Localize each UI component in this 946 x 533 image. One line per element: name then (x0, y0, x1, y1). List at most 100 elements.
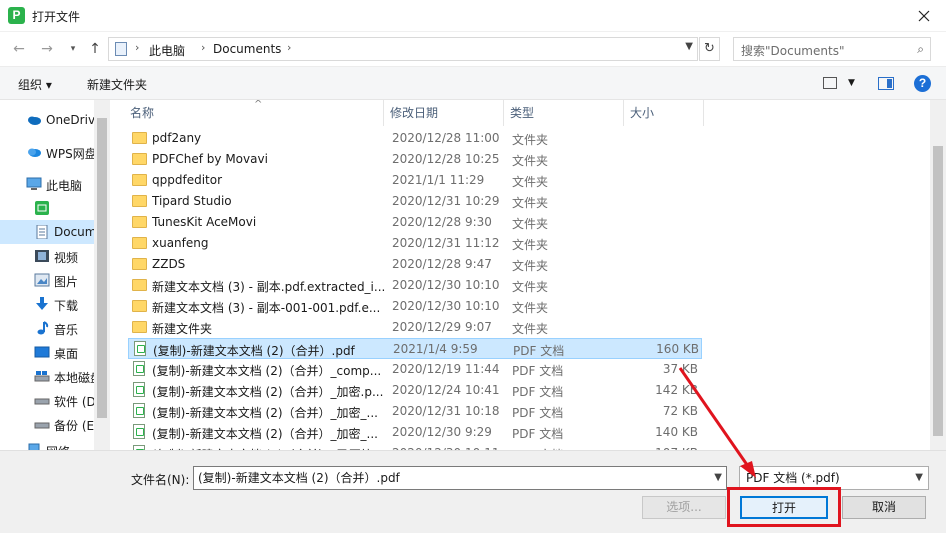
column-header-date[interactable]: 修改日期 (384, 100, 504, 126)
column-header-size[interactable]: 大小 (624, 100, 704, 126)
forward-arrow-icon[interactable]: → (36, 38, 58, 60)
chevron-down-icon[interactable]: ▼ (915, 467, 923, 489)
file-type: PDF 文档 (512, 427, 564, 441)
breadcrumb-this-pc[interactable]: 此电脑 (149, 42, 185, 59)
recent-dropdown-icon[interactable]: ▾ (62, 38, 84, 60)
chevron-down-icon[interactable]: ▼ (685, 41, 693, 52)
folder-icon (132, 279, 147, 291)
folder-icon (132, 153, 147, 165)
file-name: (复制)-新建文本文档 (2)（合并）_comp... (152, 364, 382, 378)
sidebar-item-music[interactable]: 音乐 (0, 316, 94, 340)
pdf-file-icon (134, 341, 146, 356)
table-row[interactable]: (复制)-新建文本文档 (2)（合并）_加密.p... 2020/12/24 10… (128, 380, 702, 401)
file-date: 2020/12/30 10:10 (392, 278, 500, 292)
file-name: pdf2any (152, 131, 202, 145)
sidebar-item-pictures[interactable]: 图片 (0, 268, 94, 292)
file-type: PDF 文档 (512, 406, 564, 420)
table-row[interactable]: 新建文件夹 2020/12/29 9:07 文件夹 (128, 317, 702, 338)
search-input[interactable]: 搜索"Documents" ⌕ (733, 37, 931, 61)
back-arrow-icon[interactable]: ← (8, 38, 30, 60)
sidebar-scroll-thumb[interactable] (97, 118, 107, 418)
sidebar-item-label: OneDrive (46, 113, 94, 127)
navigation-row: ← → ▾ ↑ › 此电脑 › Documents › ▼ ↻ 搜索"Docum… (0, 32, 946, 66)
navigation-pane: OneDrive WPS网盘 此电脑 Documents 视频 图片 下载 音乐… (0, 100, 110, 450)
filename-input[interactable]: (复制)-新建文本文档 (2)（合并）.pdf ▼ (193, 466, 727, 490)
toolbar: 组织 ▾ 新建文件夹 ▼ ? (0, 66, 946, 100)
folder-icon (132, 195, 147, 207)
table-row[interactable]: Tipard Studio 2020/12/31 10:29 文件夹 (128, 191, 702, 212)
file-name: TunesKit AceMovi (152, 215, 257, 229)
file-name: 新建文件夹 (152, 322, 213, 336)
sidebar-scrollbar[interactable] (94, 100, 110, 450)
table-row[interactable]: (复制)-新建文本文档 (2)（合并）_已压缩...2020/12/30 10:… (128, 443, 702, 450)
preview-pane-icon[interactable] (878, 77, 894, 90)
sidebar-item-label: 本地磁盘 (54, 371, 94, 385)
table-row[interactable]: ZZDS 2020/12/28 9:47 文件夹 (128, 254, 702, 275)
options-button[interactable]: 选项... (642, 496, 726, 519)
sidebar-item-onedrive[interactable]: OneDrive (0, 108, 94, 132)
sidebar-item-local-disk[interactable]: 本地磁盘 (0, 364, 94, 388)
file-date: 2021/1/1 11:29 (392, 173, 485, 187)
view-mode-icon[interactable] (823, 77, 837, 89)
table-row[interactable]: xuanfeng 2020/12/31 11:12 文件夹 (128, 233, 702, 254)
table-row[interactable]: PDFChef by Movavi 2020/12/28 10:25 文件夹 (128, 149, 702, 170)
highlight-box (727, 487, 841, 527)
sidebar-item-label: 音乐 (54, 323, 79, 337)
sidebar-item-documents[interactable]: Documents (0, 220, 94, 244)
search-placeholder: 搜索"Documents" (741, 44, 845, 58)
sidebar-item-label: Documents (54, 225, 94, 239)
file-list-scrollbar[interactable] (930, 100, 946, 450)
music-icon (37, 321, 49, 335)
sidebar-item-drive-e[interactable]: 备份 (E (0, 412, 94, 436)
table-row[interactable]: qppdfeditor 2021/1/1 11:29 文件夹 (128, 170, 702, 191)
table-row[interactable]: (复制)-新建文本文档 (2)（合并）_comp... 2020/12/19 11… (128, 359, 702, 380)
table-row[interactable]: pdf2any 2020/12/28 11:00 文件夹 (128, 128, 702, 149)
breadcrumb-documents[interactable]: Documents (213, 42, 281, 56)
file-list-scroll-thumb[interactable] (933, 146, 943, 436)
file-date: 2020/12/31 10:29 (392, 194, 500, 208)
sidebar-item-downloads[interactable]: 下载 (0, 292, 94, 316)
table-row[interactable]: (复制)-新建文本文档 (2)（合并）_加密_... 2020/12/30 9:2… (128, 422, 702, 443)
chevron-right-icon[interactable]: › (135, 41, 139, 54)
new-folder-button[interactable]: 新建文件夹 (87, 76, 147, 93)
chevron-down-icon[interactable]: ▼ (848, 78, 855, 88)
sidebar-item-this-pc[interactable]: 此电脑 (0, 172, 94, 196)
column-header-name[interactable]: 名称 ^ (124, 100, 384, 126)
sidebar-item-wps-cloud[interactable]: WPS网盘 (0, 140, 94, 164)
file-list: 名称 ^ 修改日期 类型 大小 pdf2any 2020/12/28 11:00 文… (112, 100, 930, 450)
organize-button[interactable]: 组织 ▾ (18, 76, 52, 93)
title-bar: P 打开文件 (0, 0, 946, 32)
cancel-button[interactable]: 取消 (842, 496, 926, 519)
table-row[interactable]: (复制)-新建文本文档 (2)（合并）_加密_... 2020/12/31 10:… (128, 401, 702, 422)
column-header-type[interactable]: 类型 (504, 100, 624, 126)
table-row[interactable]: 新建文本文档 (3) - 副本-001-001.pdf.e... 2020/12/… (128, 296, 702, 317)
table-row[interactable]: (复制)-新建文本文档 (2)（合并）.pdf 2021/1/4 9:59 PDF … (128, 338, 702, 359)
file-name: (复制)-新建文本文档 (2)（合并）.pdf (153, 344, 355, 358)
sidebar-item-app[interactable] (0, 196, 94, 220)
sidebar-item-videos[interactable]: 视频 (0, 244, 94, 268)
sidebar-item-label: 软件 (D (54, 395, 94, 409)
file-type: 文件夹 (512, 133, 549, 147)
address-bar[interactable]: › 此电脑 › Documents › ▼ (108, 37, 698, 61)
up-arrow-icon[interactable]: ↑ (84, 38, 106, 60)
file-type: 文件夹 (512, 259, 549, 273)
sidebar-item-network[interactable]: 网络 (0, 438, 94, 450)
chevron-right-icon[interactable]: › (201, 41, 205, 54)
computer-icon (26, 177, 42, 190)
table-row[interactable]: TunesKit AceMovi 2020/12/28 9:30 文件夹 (128, 212, 702, 233)
file-name: 新建文本文档 (3) - 副本-001-001.pdf.e... (152, 301, 381, 315)
desktop-icon (34, 346, 50, 358)
help-icon[interactable]: ? (914, 75, 931, 92)
sidebar-item-label: 网络 (46, 443, 70, 450)
pdf-file-icon (133, 382, 145, 397)
sidebar-item-drive-d[interactable]: 软件 (D (0, 388, 94, 412)
table-row[interactable]: 新建文本文档 (3) - 副本.pdf.extracted_i... 2020/1… (128, 275, 702, 296)
chevron-down-icon[interactable]: ▼ (714, 467, 722, 489)
network-icon (28, 443, 40, 450)
sort-ascending-icon: ^ (254, 100, 263, 110)
chevron-right-icon[interactable]: › (287, 41, 291, 54)
refresh-icon[interactable]: ↻ (699, 37, 720, 61)
close-icon[interactable] (912, 4, 936, 28)
drive-icon (34, 371, 50, 382)
sidebar-item-desktop[interactable]: 桌面 (0, 340, 94, 364)
